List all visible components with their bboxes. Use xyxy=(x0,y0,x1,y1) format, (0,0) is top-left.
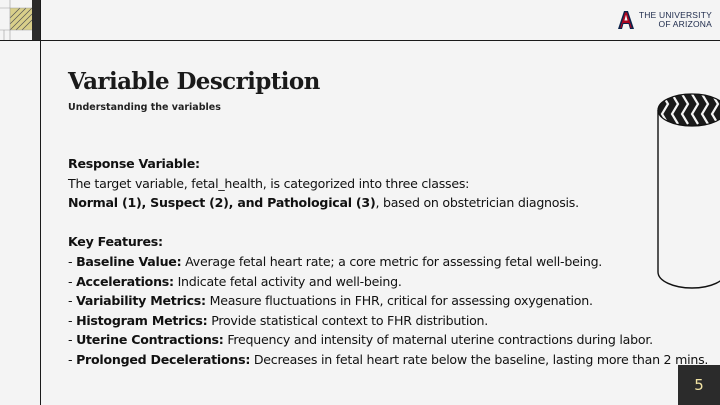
feature-item: - Prolonged Decelerations: Decreases in … xyxy=(68,350,708,370)
slide-subtitle: Understanding the variables xyxy=(68,102,221,113)
response-description: The target variable, fetal_health, is ca… xyxy=(68,175,470,191)
feature-item: - Variability Metrics: Measure fluctuati… xyxy=(68,291,708,311)
feature-desc: Average fetal heart rate; a core metric … xyxy=(181,253,603,269)
feature-item: - Baseline Value: Average fetal heart ra… xyxy=(68,252,708,272)
feature-desc: Frequency and intensity of maternal uter… xyxy=(223,332,653,348)
feature-name: Uterine Contractions: xyxy=(76,332,224,348)
feature-desc: Measure fluctuations in FHR, critical fo… xyxy=(205,293,593,309)
slide-title: Variable Description xyxy=(68,68,320,95)
bullet: - xyxy=(68,332,77,348)
feature-name: Accelerations: xyxy=(76,273,174,289)
slide-body: Response Variable: The target variable, … xyxy=(68,154,708,370)
cylinder-decoration xyxy=(657,93,720,289)
page-number: 5 xyxy=(678,365,720,405)
features-heading: Key Features: xyxy=(68,234,163,250)
feature-item: - Histogram Metrics: Provide statistical… xyxy=(68,311,708,331)
response-classes-rest: , based on obstetrician diagnosis. xyxy=(375,195,579,211)
university-logo: THE UNIVERSITY OF ARIZONA xyxy=(616,9,712,31)
response-classes: Normal (1), Suspect (2), and Pathologica… xyxy=(68,193,708,213)
feature-desc: Indicate fetal activity and well-being. xyxy=(173,273,402,289)
bullet: - xyxy=(68,293,77,309)
logo-line-2: OF ARIZONA xyxy=(658,19,712,29)
feature-name: Variability Metrics: xyxy=(76,293,206,309)
feature-name: Prolonged Decelerations: xyxy=(76,351,251,367)
feature-desc: Decreases in fetal heart rate below the … xyxy=(250,351,709,367)
bullet: - xyxy=(68,273,77,289)
feature-item: - Accelerations: Indicate fetal activity… xyxy=(68,272,708,292)
corner-pattern-decoration xyxy=(0,0,40,40)
block-a-logo-icon xyxy=(617,11,634,29)
bullet: - xyxy=(68,253,77,269)
feature-desc: Provide statistical context to FHR distr… xyxy=(207,312,489,328)
response-classes-bold: Normal (1), Suspect (2), and Pathologica… xyxy=(68,195,376,211)
bullet: - xyxy=(68,351,77,367)
header-divider xyxy=(0,40,720,41)
feature-item: - Uterine Contractions: Frequency and in… xyxy=(68,330,708,350)
feature-name: Histogram Metrics: xyxy=(76,312,208,328)
feature-name: Baseline Value: xyxy=(76,253,182,269)
response-heading: Response Variable: xyxy=(68,156,200,171)
left-margin-divider xyxy=(40,0,41,405)
bullet: - xyxy=(68,312,77,328)
